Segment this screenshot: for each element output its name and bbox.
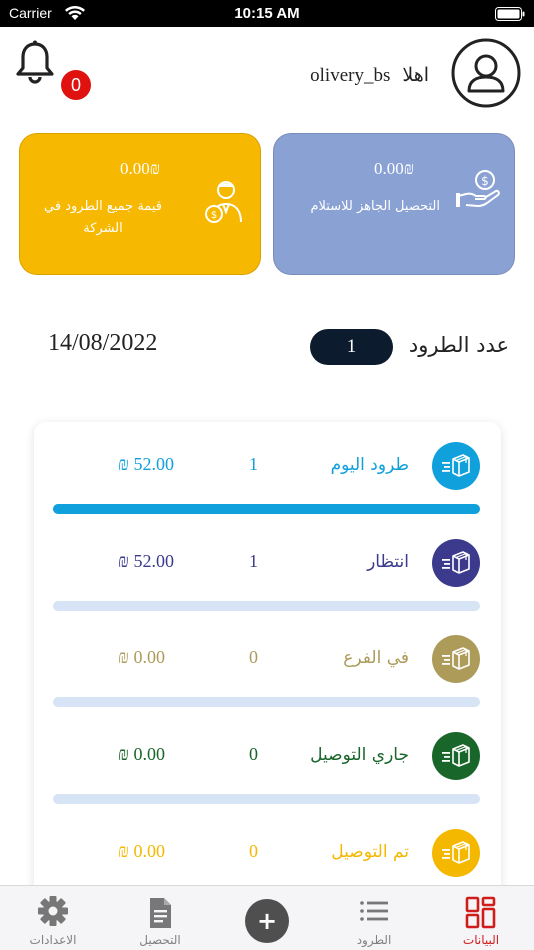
parcel-box-icon xyxy=(432,635,480,683)
tab-collection-label: التحصيل xyxy=(139,933,181,947)
bottom-tab-bar: البيانات الطرود + التحصيل الاعدادات xyxy=(0,885,534,950)
status-count: 1 xyxy=(249,551,258,571)
username-label: olivery_bs xyxy=(310,65,391,86)
parcel-count-label: عدد الطرود xyxy=(408,333,509,357)
status-label: طرود اليوم xyxy=(330,455,409,475)
status-label: تم التوصيل xyxy=(331,842,409,862)
greeting-text: olivery_bs اهلا xyxy=(310,64,429,87)
current-date: 14/08/2022 xyxy=(48,330,158,356)
all-parcels-value-card[interactable]: 0.00₪ قيمة جميع الطرود في الشركة $ xyxy=(19,133,261,275)
tab-parcels-label: الطرود xyxy=(356,933,392,947)
status-row[interactable]: طرود اليوم 1 ₪ 52.00 xyxy=(34,422,501,519)
bell-icon xyxy=(16,40,54,84)
tab-parcels[interactable]: الطرود xyxy=(343,886,405,950)
status-amount: ₪ 0.00 xyxy=(118,841,165,861)
tab-settings[interactable]: الاعدادات xyxy=(22,886,84,950)
notification-count-badge: 0 xyxy=(61,70,91,100)
parcel-box-icon xyxy=(432,829,480,877)
clock-time: 10:15 AM xyxy=(234,5,300,22)
status-row[interactable]: جاري التوصيل 0 ₪ 0.00 xyxy=(34,712,501,809)
all-parcels-value-amount: 0.00₪ xyxy=(119,159,161,178)
status-amount: ₪ 52.00 xyxy=(118,551,174,571)
tab-data-label: البيانات xyxy=(462,933,500,947)
status-progress-bar xyxy=(53,504,480,514)
status-progress-fill xyxy=(53,504,480,514)
status-row[interactable]: في الفرع 0 ₪ 0.00 xyxy=(34,615,501,712)
status-amount: ₪ 0.00 xyxy=(118,744,165,764)
battery-icon xyxy=(495,7,525,21)
status-amount: ₪ 52.00 xyxy=(118,454,174,474)
tab-data[interactable]: البيانات xyxy=(450,886,512,950)
list-icon xyxy=(360,901,388,921)
status-amount: ₪ 0.00 xyxy=(118,647,165,667)
greeting-word: اهلا xyxy=(402,65,429,86)
status-row[interactable]: انتظار 1 ₪ 52.00 xyxy=(34,519,501,616)
status-label: في الفرع xyxy=(343,648,409,668)
gear-icon xyxy=(38,896,68,926)
document-icon xyxy=(150,898,171,928)
parcel-box-icon xyxy=(432,539,480,587)
profile-avatar-icon[interactable] xyxy=(451,38,521,108)
tab-settings-label: الاعدادات xyxy=(29,933,77,947)
svg-text:$: $ xyxy=(211,210,217,221)
all-parcels-value-label: قيمة جميع الطرود في الشركة xyxy=(44,199,162,236)
svg-text:$: $ xyxy=(481,174,489,188)
status-label: جاري التوصيل xyxy=(310,745,409,765)
ready-collection-card[interactable]: 0.00₪ التحصيل الجاهز للاستلام $ xyxy=(273,133,515,275)
notifications-button[interactable]: 0 xyxy=(14,38,91,100)
status-progress-bar xyxy=(53,697,480,707)
status-progress-bar xyxy=(53,794,480,804)
hand-money-icon: $ xyxy=(456,170,500,207)
status-count: 0 xyxy=(249,744,258,764)
person-coin-icon: $ xyxy=(205,181,242,223)
parcel-box-icon xyxy=(432,442,480,490)
tab-collection[interactable]: التحصيل xyxy=(129,886,191,950)
status-bar: Carrier 10:15 AM xyxy=(0,0,534,27)
grid-icon xyxy=(465,896,496,929)
parcel-status-panel: طرود اليوم 1 ₪ 52.00 انتظار 1 ₪ 52.00 في الفرع… xyxy=(34,422,501,942)
add-parcel-button[interactable]: + xyxy=(245,899,289,943)
status-count: 1 xyxy=(249,454,258,474)
status-label: انتظار xyxy=(367,552,409,572)
status-progress-bar xyxy=(53,601,480,611)
ready-collection-label: التحصيل الجاهز للاستلام xyxy=(310,199,441,214)
status-count: 0 xyxy=(249,647,258,667)
parcel-count-value: 1 xyxy=(310,329,393,365)
parcel-box-icon xyxy=(432,732,480,780)
status-count: 0 xyxy=(249,841,258,861)
